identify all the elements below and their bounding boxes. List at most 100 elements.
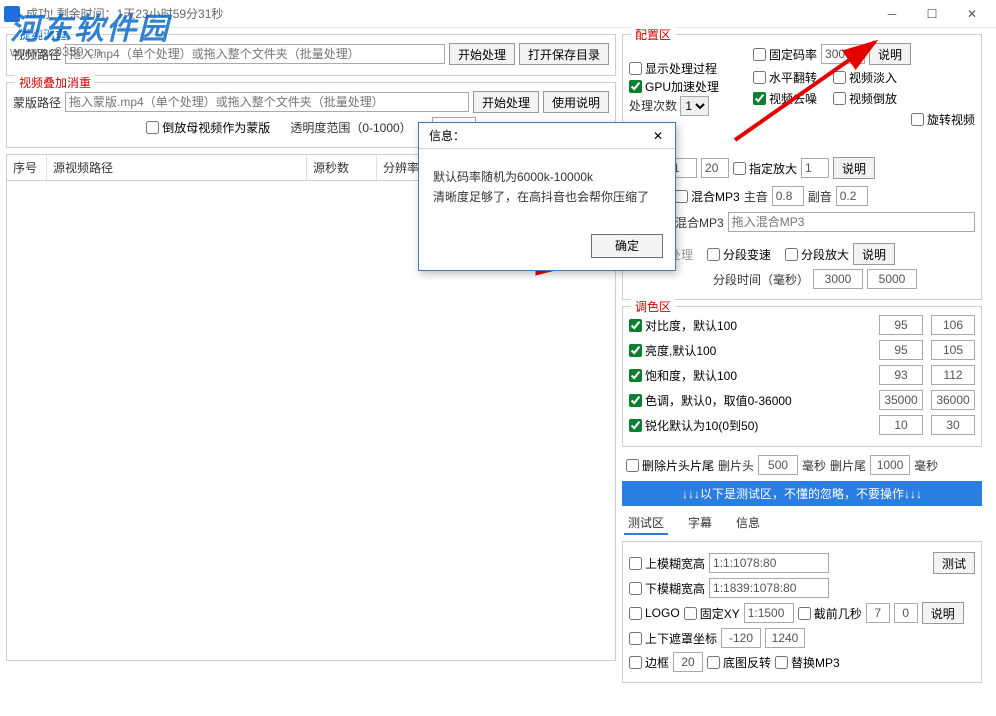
bright-v2[interactable] (931, 340, 975, 360)
contrast-v1[interactable] (879, 315, 923, 335)
group-title: 提纯消重 (15, 26, 71, 43)
seg-t1-input[interactable] (813, 269, 863, 289)
minimize-button[interactable]: ─ (872, 0, 912, 28)
tail-input[interactable] (870, 455, 910, 475)
dialog-line1: 默认码率随机为6000k-10000k (433, 167, 661, 187)
bot-blur-input[interactable] (709, 578, 829, 598)
window-titlebar: 成功! 剩余时间：1天23小时59分31秒 ─ ☐ ✕ (0, 0, 996, 28)
fixxy-input[interactable] (744, 603, 794, 623)
zoom-help-button[interactable]: 说明 (833, 157, 875, 179)
border-input[interactable] (673, 652, 703, 672)
overlay-title: 视频叠加消重 (15, 74, 95, 91)
fixxy-checkbox[interactable]: 固定XY (684, 605, 740, 622)
test-group: 上模糊宽高 测试 下模糊宽高 LOGO 固定XY 截前几秒 说明 上下遮罩坐标 (622, 541, 982, 683)
border-checkbox[interactable]: 边框 (629, 654, 669, 671)
test-button[interactable]: 测试 (933, 552, 975, 574)
start-process2-button[interactable]: 开始处理 (473, 91, 539, 113)
seg-t2-input[interactable] (867, 269, 917, 289)
tabs: 测试区 字幕 信息 (622, 506, 982, 541)
sat-v2[interactable] (931, 365, 975, 385)
color-group: 调色区 对比度，默认100 亮度,默认100 饱和度，默认100 色调，默认0，… (622, 306, 982, 447)
mask-path-label: 蒙版路径 (13, 94, 61, 111)
bot-invert-checkbox[interactable]: 底图反转 (707, 654, 771, 671)
ms2: 毫秒 (914, 457, 938, 474)
show-process-checkbox[interactable]: 显示处理过程 (629, 60, 717, 77)
seg-speed-checkbox[interactable]: 分段变速 (707, 246, 771, 263)
opacity-label: 透明度范围（0-1000） (290, 119, 411, 136)
sat-checkbox[interactable]: 饱和度，默认100 (629, 367, 871, 384)
rotate-checkbox[interactable]: 旋转视频 (911, 111, 975, 128)
rate-help-button[interactable]: 说明 (869, 43, 911, 65)
top-blur-checkbox[interactable]: 上模糊宽高 (629, 555, 705, 572)
dialog-ok-button[interactable]: 确定 (591, 234, 663, 258)
mask-path-input[interactable] (65, 92, 469, 112)
reverse-checkbox[interactable]: 视频倒放 (833, 90, 897, 107)
cutsec-checkbox[interactable]: 截前几秒 (798, 605, 862, 622)
maximize-button[interactable]: ☐ (912, 0, 952, 28)
contrast-checkbox[interactable]: 对比度，默认100 (629, 317, 871, 334)
th-path: 源视频路径 (47, 155, 307, 180)
video-path-label: 视频路径 (13, 46, 61, 63)
ms1: 毫秒 (802, 457, 826, 474)
denoise-checkbox[interactable]: 视频去噪 (753, 90, 817, 107)
th-sec: 源秒数 (307, 155, 377, 180)
fixed-rate-checkbox[interactable]: 固定码率 (753, 46, 817, 63)
head-input[interactable] (758, 455, 798, 475)
spec-zoom-input[interactable] (801, 158, 829, 178)
mask-xy-checkbox[interactable]: 上下遮罩坐标 (629, 630, 717, 647)
sharp-checkbox[interactable]: 锐化默认为10(0到50) (629, 417, 871, 434)
config-group: 配置区 显示处理过程 GPU加速处理 处理次数 1 固定码率 说明 水平翻转 (622, 34, 982, 300)
proc-count-label: 处理次数 (629, 99, 677, 113)
trim-checkbox[interactable]: 删除片头片尾 (626, 457, 714, 474)
hflip-checkbox[interactable]: 水平翻转 (753, 69, 817, 86)
hue-v1[interactable] (879, 390, 923, 410)
dialog-title: 信息： (429, 127, 465, 144)
close-button[interactable]: ✕ (952, 0, 992, 28)
cut-v1[interactable] (866, 603, 890, 623)
fadein-checkbox[interactable]: 视频淡入 (833, 69, 897, 86)
hue-v2[interactable] (931, 390, 975, 410)
open-save-dir-button[interactable]: 打开保存目录 (519, 43, 609, 65)
test-help-button[interactable]: 说明 (922, 602, 964, 624)
main-vol-label: 主音 (744, 188, 768, 205)
bright-v1[interactable] (879, 340, 923, 360)
main-vol-input[interactable] (772, 186, 804, 206)
mix-mp3-label: 混合MP3 (675, 214, 724, 231)
sharp-v1[interactable] (879, 415, 923, 435)
mix-mp3-input[interactable] (728, 212, 975, 232)
sub-vol-input[interactable] (836, 186, 868, 206)
zoom-r2-input[interactable] (701, 158, 729, 178)
dialog-close-button[interactable]: ✕ (647, 126, 669, 146)
head-label: 删片头 (718, 457, 754, 474)
replace-mp3-checkbox[interactable]: 替换MP3 (775, 654, 840, 671)
seg-help-button[interactable]: 说明 (853, 243, 895, 265)
start-process-button[interactable]: 开始处理 (449, 43, 515, 65)
rate-input[interactable] (821, 44, 865, 64)
spec-zoom-checkbox[interactable]: 指定放大 (733, 160, 797, 177)
sat-v1[interactable] (879, 365, 923, 385)
usage-help-button[interactable]: 使用说明 (543, 91, 609, 113)
tab-subtitle[interactable]: 字幕 (684, 512, 716, 535)
logo-checkbox[interactable]: LOGO (629, 606, 680, 620)
video-path-input[interactable] (65, 44, 445, 64)
tab-test[interactable]: 测试区 (624, 512, 668, 535)
reverse-mask-checkbox[interactable]: 倒放母视频作为蒙版 (146, 119, 270, 136)
top-blur-input[interactable] (709, 553, 829, 573)
info-dialog: 信息： ✕ 默认码率随机为6000k-10000k 清晰度足够了，在高抖音也会帮… (418, 122, 676, 271)
contrast-v2[interactable] (931, 315, 975, 335)
color-title: 调色区 (631, 298, 675, 315)
dialog-line2: 清晰度足够了，在高抖音也会帮你压缩了 (433, 187, 661, 207)
mask-v1[interactable] (721, 628, 761, 648)
seg-zoom-checkbox[interactable]: 分段放大 (785, 246, 849, 263)
mix-mp3-checkbox[interactable]: 混合MP3 (675, 188, 740, 205)
tab-info[interactable]: 信息 (732, 512, 764, 535)
gpu-checkbox[interactable]: GPU加速处理 (629, 78, 719, 95)
bright-checkbox[interactable]: 亮度,默认100 (629, 342, 871, 359)
proc-count-select[interactable]: 1 (680, 96, 709, 116)
cut-v2[interactable] (894, 603, 918, 623)
th-seq: 序号 (7, 155, 47, 180)
bot-blur-checkbox[interactable]: 下模糊宽高 (629, 580, 705, 597)
sharp-v2[interactable] (931, 415, 975, 435)
hue-checkbox[interactable]: 色调，默认0，取值0-36000 (629, 392, 871, 409)
mask-v2[interactable] (765, 628, 805, 648)
